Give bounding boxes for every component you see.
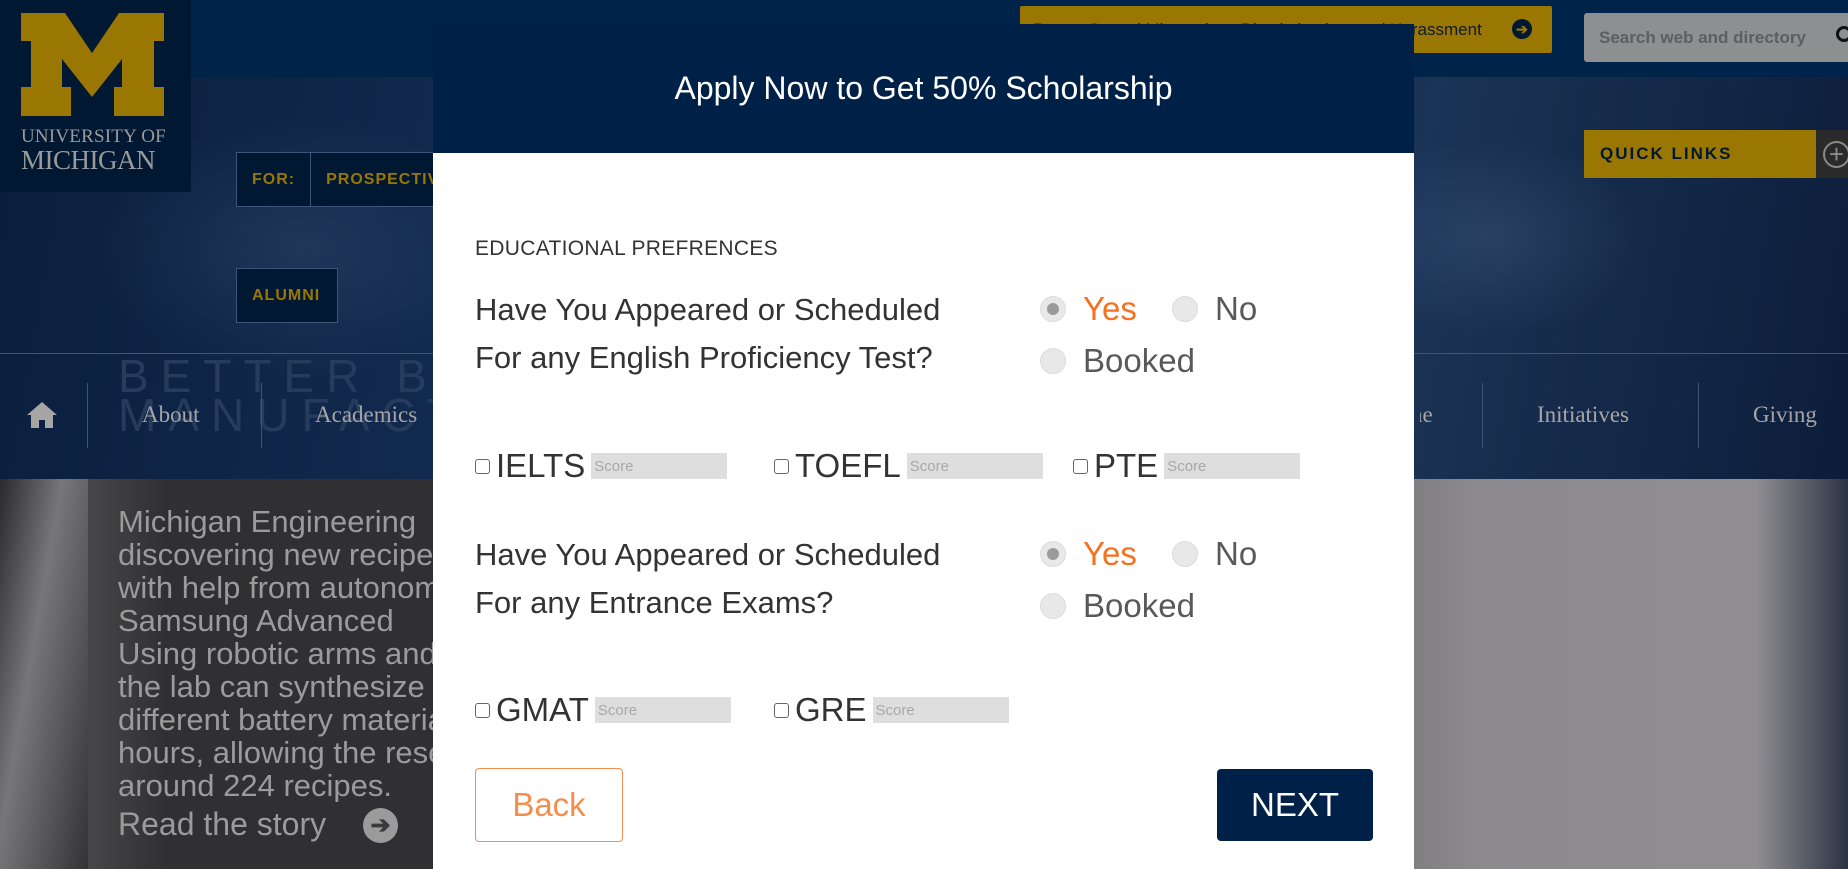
toefl-label: TOEFL	[795, 447, 901, 484]
radio-unselected-icon[interactable]	[1040, 593, 1066, 619]
story-text: Michigan Engineering discovering new rec…	[118, 505, 458, 802]
nav-divider	[1482, 383, 1483, 448]
test-gre: GRE	[774, 691, 1009, 729]
logo-line-2: MICHIGAN	[21, 145, 155, 175]
story-line: discovering new recipes	[118, 537, 449, 572]
gre-score-input[interactable]	[872, 697, 1009, 723]
radio-english-booked[interactable]: Booked	[1040, 342, 1195, 380]
test-pte: PTE	[1073, 447, 1301, 485]
plus-circle-icon: +	[1823, 141, 1848, 168]
entrance-tests-row: GMAT GRE	[475, 691, 1009, 729]
arrow-right-circle-icon: ➔	[1512, 19, 1532, 39]
radio-label: Booked	[1083, 342, 1195, 379]
radio-label: No	[1215, 535, 1258, 572]
radio-english-no[interactable]: No	[1172, 290, 1257, 328]
search-input[interactable]: Search web and directory	[1584, 13, 1848, 62]
search-placeholder: Search web and directory	[1599, 28, 1806, 47]
question-line-1: Have You Appeared or Scheduled	[475, 292, 941, 327]
question-line-2: For any Entrance Exams?	[475, 585, 834, 620]
test-ielts: IELTS	[475, 447, 774, 485]
test-toefl: TOEFL	[774, 447, 1073, 485]
radio-label: No	[1215, 290, 1258, 327]
block-m-logo-icon	[21, 13, 164, 116]
question-line-1: Have You Appeared or Scheduled	[475, 537, 941, 572]
nav-divider	[1698, 383, 1699, 448]
question-line-2: For any English Proficiency Test?	[475, 340, 933, 375]
question-english-proficiency: Have You Appeared or Scheduled For any E…	[475, 286, 940, 382]
pte-label: PTE	[1094, 447, 1159, 484]
radio-label: Yes	[1083, 535, 1137, 572]
pte-checkbox[interactable]	[1073, 458, 1088, 474]
radio-unselected-icon[interactable]	[1172, 296, 1198, 322]
nav-divider	[261, 383, 262, 448]
logo-line-1: UNIVERSITY OF	[21, 126, 166, 147]
scholarship-modal: Apply Now to Get 50% Scholarship EDUCATI…	[433, 24, 1414, 869]
toefl-score-input[interactable]	[906, 453, 1043, 479]
quick-links-toggle[interactable]: +	[1816, 130, 1848, 178]
search-icon[interactable]	[1836, 26, 1848, 42]
section-label: EDUCATIONAL PREFRENCES	[475, 237, 778, 260]
nav-item-initiatives[interactable]: Initiatives	[1537, 402, 1629, 428]
gmat-checkbox[interactable]	[475, 702, 490, 718]
ielts-label: IELTS	[496, 447, 586, 484]
story-line: Samsung Advanced	[118, 603, 394, 638]
radio-unselected-icon[interactable]	[1172, 541, 1198, 567]
gmat-label: GMAT	[496, 691, 589, 728]
logo-wordmark: UNIVERSITY OF MICHIGAN	[21, 127, 166, 174]
story-line: the lab can synthesize	[118, 669, 425, 704]
arrow-right-circle-icon[interactable]: ➔	[363, 808, 398, 843]
radio-entrance-booked[interactable]: Booked	[1040, 587, 1195, 625]
radio-selected-icon[interactable]	[1040, 296, 1066, 322]
story-line: Using robotic arms and	[118, 636, 437, 671]
radio-entrance-no[interactable]: No	[1172, 535, 1257, 573]
pte-score-input[interactable]	[1164, 453, 1301, 479]
ielts-checkbox[interactable]	[475, 458, 490, 474]
test-gmat: GMAT	[475, 691, 774, 729]
radio-english-yes[interactable]: Yes	[1040, 290, 1137, 328]
home-icon[interactable]	[27, 402, 57, 428]
nav-item-giving[interactable]: Giving	[1753, 402, 1817, 428]
radio-label: Booked	[1083, 587, 1195, 624]
radio-entrance-yes[interactable]: Yes	[1040, 535, 1137, 573]
audience-for-label: FOR:	[252, 171, 296, 188]
story-line: around 224 recipes.	[118, 768, 393, 802]
story-line: Michigan Engineering	[118, 505, 417, 539]
gre-label: GRE	[795, 691, 867, 728]
back-button[interactable]: Back	[475, 768, 623, 842]
nav-divider	[87, 383, 88, 448]
gre-checkbox[interactable]	[774, 702, 789, 718]
ielts-score-input[interactable]	[591, 453, 728, 479]
read-story-link[interactable]: Read the story	[118, 806, 326, 843]
nav-item-academics[interactable]: Academics	[315, 402, 417, 428]
audience-link-alumni[interactable]: ALUMNI	[236, 268, 338, 323]
english-tests-row: IELTS TOEFL PTE	[475, 447, 1301, 485]
story-line: with help from autonomous	[118, 570, 458, 605]
story-line: hours, allowing the researchers	[118, 735, 458, 770]
radio-label: Yes	[1083, 290, 1137, 327]
radio-unselected-icon[interactable]	[1040, 348, 1066, 374]
gmat-score-input[interactable]	[594, 697, 731, 723]
quick-links-button[interactable]: QUICK LINKS	[1584, 130, 1816, 178]
radio-selected-icon[interactable]	[1040, 541, 1066, 567]
modal-title: Apply Now to Get 50% Scholarship	[433, 24, 1414, 153]
toefl-checkbox[interactable]	[774, 458, 789, 474]
next-button[interactable]: NEXT	[1217, 769, 1373, 841]
quick-links-label: QUICK LINKS	[1600, 144, 1733, 163]
question-entrance-exams: Have You Appeared or Scheduled For any E…	[475, 531, 940, 627]
nav-item-about[interactable]: About	[142, 402, 200, 428]
story-line: different battery materials	[118, 702, 458, 737]
university-logo[interactable]: UNIVERSITY OF MICHIGAN	[0, 0, 191, 192]
hero-photo-left	[0, 479, 88, 869]
